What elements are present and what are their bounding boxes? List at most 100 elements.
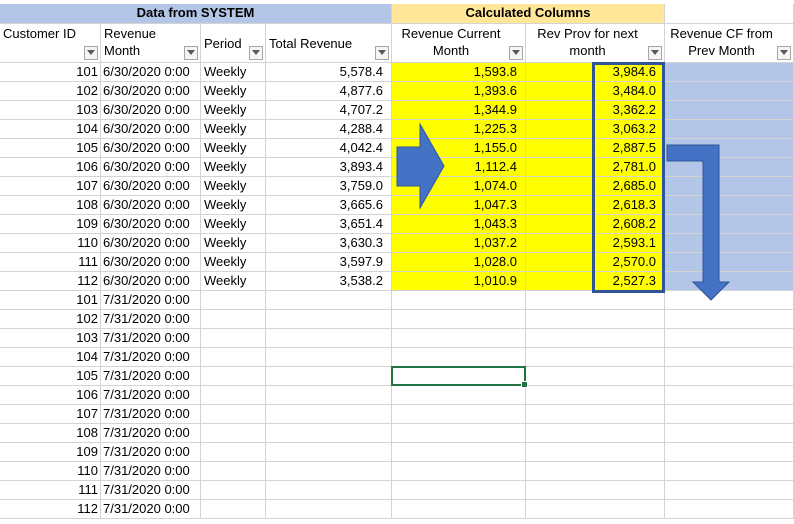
table-cell[interactable]: Weekly (201, 272, 266, 291)
table-cell[interactable] (526, 481, 665, 500)
table-cell[interactable]: 106 (0, 158, 101, 177)
table-cell[interactable]: 7/31/2020 0:00 (101, 329, 201, 348)
table-cell[interactable] (665, 120, 794, 139)
table-cell[interactable]: 107 (0, 177, 101, 196)
table-cell[interactable]: 7/31/2020 0:00 (101, 462, 201, 481)
table-cell[interactable] (665, 139, 794, 158)
filter-dropdown-icon[interactable] (249, 46, 263, 60)
column-header-4[interactable]: Total Revenue (266, 24, 392, 63)
table-cell[interactable]: 106 (0, 386, 101, 405)
table-cell[interactable]: 6/30/2020 0:00 (101, 177, 201, 196)
table-cell[interactable] (526, 405, 665, 424)
fill-handle[interactable] (521, 381, 528, 388)
table-cell[interactable]: 7/31/2020 0:00 (101, 424, 201, 443)
table-cell[interactable]: 6/30/2020 0:00 (101, 158, 201, 177)
filter-dropdown-icon[interactable] (777, 46, 791, 60)
table-cell[interactable]: 109 (0, 443, 101, 462)
table-cell[interactable] (526, 500, 665, 519)
table-cell[interactable]: 1,393.6 (392, 82, 526, 101)
table-cell[interactable]: Weekly (201, 234, 266, 253)
table-cell[interactable] (526, 443, 665, 462)
table-cell[interactable]: 4,042.4 (266, 139, 392, 158)
table-cell[interactable]: 1,047.3 (392, 196, 526, 215)
table-cell[interactable]: 112 (0, 500, 101, 519)
table-cell[interactable] (266, 500, 392, 519)
group-header-calculated[interactable]: Calculated Columns (392, 4, 665, 24)
table-cell[interactable] (392, 500, 526, 519)
table-cell[interactable]: 1,112.4 (392, 158, 526, 177)
table-cell[interactable] (665, 158, 794, 177)
table-cell[interactable] (526, 310, 665, 329)
table-cell[interactable]: 3,484.0 (526, 82, 665, 101)
table-cell[interactable] (665, 405, 794, 424)
table-cell[interactable] (392, 386, 526, 405)
table-cell[interactable] (392, 348, 526, 367)
table-cell[interactable] (392, 310, 526, 329)
table-cell[interactable]: 104 (0, 348, 101, 367)
table-cell[interactable]: 103 (0, 101, 101, 120)
table-cell[interactable] (201, 500, 266, 519)
table-cell[interactable]: Weekly (201, 139, 266, 158)
filter-dropdown-icon[interactable] (84, 46, 98, 60)
table-cell[interactable]: 3,362.2 (526, 101, 665, 120)
group-header-system[interactable]: Data from SYSTEM (0, 4, 392, 24)
table-cell[interactable]: Weekly (201, 253, 266, 272)
table-cell[interactable]: 110 (0, 234, 101, 253)
table-cell[interactable]: 1,074.0 (392, 177, 526, 196)
table-cell[interactable]: 7/31/2020 0:00 (101, 367, 201, 386)
table-cell[interactable]: 111 (0, 481, 101, 500)
table-cell[interactable]: 102 (0, 310, 101, 329)
table-cell[interactable] (526, 329, 665, 348)
table-cell[interactable]: 2,570.0 (526, 253, 665, 272)
table-cell[interactable] (665, 215, 794, 234)
table-cell[interactable]: 3,651.4 (266, 215, 392, 234)
table-cell[interactable] (266, 329, 392, 348)
table-cell[interactable] (665, 329, 794, 348)
table-cell[interactable]: 3,538.2 (266, 272, 392, 291)
table-cell[interactable]: 105 (0, 367, 101, 386)
table-cell[interactable]: Weekly (201, 82, 266, 101)
table-cell[interactable] (392, 329, 526, 348)
table-cell[interactable]: Weekly (201, 177, 266, 196)
table-cell[interactable] (201, 310, 266, 329)
table-cell[interactable] (665, 310, 794, 329)
table-cell[interactable]: 1,010.9 (392, 272, 526, 291)
table-cell[interactable]: 7/31/2020 0:00 (101, 386, 201, 405)
table-cell[interactable]: 1,155.0 (392, 139, 526, 158)
table-cell[interactable]: 6/30/2020 0:00 (101, 196, 201, 215)
table-cell[interactable]: 6/30/2020 0:00 (101, 82, 201, 101)
table-cell[interactable]: 108 (0, 424, 101, 443)
table-cell[interactable] (266, 424, 392, 443)
table-cell[interactable]: 6/30/2020 0:00 (101, 139, 201, 158)
table-cell[interactable] (665, 82, 794, 101)
table-cell[interactable]: 6/30/2020 0:00 (101, 101, 201, 120)
table-cell[interactable]: 3,665.6 (266, 196, 392, 215)
table-cell[interactable]: 1,028.0 (392, 253, 526, 272)
table-cell[interactable] (392, 481, 526, 500)
table-cell[interactable]: 105 (0, 139, 101, 158)
table-cell[interactable]: 109 (0, 215, 101, 234)
table-cell[interactable] (665, 196, 794, 215)
table-cell[interactable] (266, 367, 392, 386)
table-cell[interactable]: Weekly (201, 196, 266, 215)
table-cell[interactable] (392, 405, 526, 424)
table-cell[interactable]: 1,037.2 (392, 234, 526, 253)
table-cell[interactable]: 7/31/2020 0:00 (101, 310, 201, 329)
table-cell[interactable]: 3,630.3 (266, 234, 392, 253)
table-cell[interactable]: 7/31/2020 0:00 (101, 405, 201, 424)
table-cell[interactable] (392, 462, 526, 481)
table-cell[interactable]: 7/31/2020 0:00 (101, 481, 201, 500)
table-cell[interactable] (201, 462, 266, 481)
table-cell[interactable] (201, 291, 266, 310)
table-cell[interactable] (665, 348, 794, 367)
table-cell[interactable]: 4,288.4 (266, 120, 392, 139)
table-cell[interactable] (201, 405, 266, 424)
table-cell[interactable]: Weekly (201, 158, 266, 177)
table-cell[interactable]: 1,225.3 (392, 120, 526, 139)
table-cell[interactable]: 108 (0, 196, 101, 215)
table-cell[interactable] (526, 367, 665, 386)
table-cell[interactable] (266, 310, 392, 329)
table-cell[interactable]: 2,608.2 (526, 215, 665, 234)
table-cell[interactable]: Weekly (201, 120, 266, 139)
table-cell[interactable] (665, 443, 794, 462)
